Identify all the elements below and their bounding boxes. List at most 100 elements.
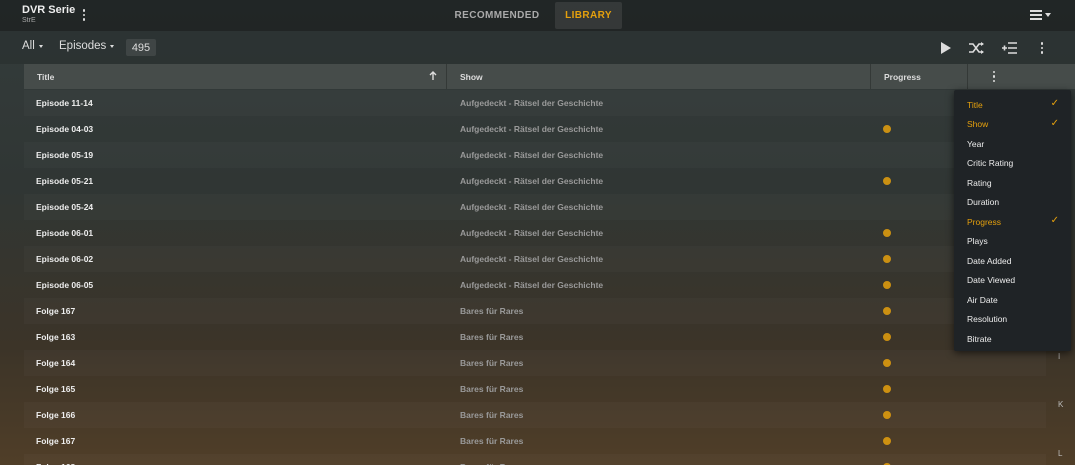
column-menu-item[interactable]: Year (954, 134, 1071, 154)
episode-title[interactable]: Episode 06-02 (36, 254, 93, 264)
column-menu-item[interactable]: Bitrate (954, 329, 1071, 349)
filter-dropdown[interactable]: All (22, 40, 43, 52)
episode-show[interactable]: Bares für Rares (460, 358, 523, 368)
library-more-icon[interactable] (77, 7, 91, 23)
progress-dot (883, 307, 891, 315)
column-menu-item[interactable]: Date Added (954, 251, 1071, 271)
type-dropdown[interactable]: Episodes (59, 40, 115, 52)
column-menu-item[interactable]: Duration (954, 193, 1071, 213)
episode-show[interactable]: Bares für Rares (460, 410, 523, 420)
column-menu-item[interactable]: Plays (954, 232, 1071, 252)
column-menu-item[interactable]: Critic Rating (954, 154, 1071, 174)
progress-dot (883, 229, 891, 237)
episode-title[interactable]: Folge 164 (36, 358, 75, 368)
table-row[interactable]: Episode 05-24 Aufgedeckt - Rätsel der Ges… (24, 194, 1046, 220)
column-header-title[interactable]: Title (24, 64, 447, 89)
episode-show[interactable]: Aufgedeckt - Rätsel der Geschichte (460, 202, 603, 212)
episode-title[interactable]: Episode 06-01 (36, 228, 93, 238)
alphabet-index-letter[interactable]: K (1058, 400, 1063, 409)
alphabet-index-letter[interactable]: I (1058, 352, 1060, 361)
tab-library[interactable]: LIBRARY (555, 2, 622, 29)
episode-title[interactable]: Folge 167 (36, 306, 75, 316)
toolbar: All Episodes 495 (0, 31, 1075, 64)
library-title: DVR Serie (22, 4, 76, 16)
checkmark-icon: ✓ (1050, 215, 1059, 226)
episode-list: Episode 11-14 Aufgedeckt - Rätsel der Ges… (24, 90, 1046, 465)
type-label: Episodes (59, 40, 107, 52)
column-options-button[interactable] (968, 64, 1020, 89)
table-row[interactable]: Folge 167 Bares für Rares (24, 428, 1046, 454)
table-row[interactable]: Folge 166 Bares für Rares (24, 402, 1046, 428)
episode-title[interactable]: Episode 11-14 (36, 98, 93, 108)
tab-recommended[interactable]: RECOMMENDED (448, 2, 546, 29)
table-row[interactable]: Episode 05-21 Aufgedeckt - Rätsel der Ges… (24, 168, 1046, 194)
progress-dot (883, 333, 891, 341)
column-menu-label: Date Added (967, 255, 1012, 266)
table-row[interactable]: Episode 06-01 Aufgedeckt - Rätsel der Ges… (24, 220, 1046, 246)
column-chooser-menu: Title ✓ Show ✓ Year Critic Rating Rating Durati… (954, 90, 1071, 351)
episode-show[interactable]: Bares für Rares (460, 384, 523, 394)
table-row[interactable]: Folge 163 Bares für Rares (24, 324, 1046, 350)
episode-title[interactable]: Episode 05-24 (36, 202, 93, 212)
column-menu-item[interactable]: Progress ✓ (954, 212, 1071, 232)
play-icon[interactable] (936, 39, 954, 57)
progress-dot (883, 125, 891, 133)
column-menu-label: Resolution (967, 314, 1008, 325)
table-row[interactable]: Episode 11-14 Aufgedeckt - Rätsel der Ges… (24, 90, 1046, 116)
episode-show[interactable]: Aufgedeckt - Rätsel der Geschichte (460, 176, 603, 186)
episode-title[interactable]: Folge 167 (36, 436, 75, 446)
view-menu-button[interactable] (1027, 8, 1053, 22)
episode-title[interactable]: Episode 04-03 (36, 124, 93, 134)
episode-show[interactable]: Aufgedeckt - Rätsel der Geschichte (460, 124, 603, 134)
table-row[interactable]: Episode 04-03 Aufgedeckt - Rätsel der Ges… (24, 116, 1046, 142)
sort-up-icon (429, 71, 437, 80)
progress-dot (883, 411, 891, 419)
episode-show[interactable]: Bares für Rares (460, 436, 523, 446)
column-menu-item[interactable]: Air Date (954, 290, 1071, 310)
toolbar-more-icon[interactable] (1035, 40, 1049, 56)
column-header-show[interactable]: Show (447, 64, 871, 89)
column-menu-item[interactable]: Show ✓ (954, 115, 1071, 135)
episode-show[interactable]: Aufgedeckt - Rätsel der Geschichte (460, 254, 603, 264)
episode-show[interactable]: Aufgedeckt - Rätsel der Geschichte (460, 150, 603, 160)
table-row[interactable]: Folge 164 Bares für Rares (24, 350, 1046, 376)
table-row[interactable]: Episode 06-02 Aufgedeckt - Rätsel der Ges… (24, 246, 1046, 272)
column-menu-label: Duration (967, 197, 1000, 208)
column-menu-label: Progress (967, 216, 1002, 227)
column-options-icon (987, 69, 1001, 85)
library-subtitle: StrE (22, 17, 36, 24)
top-bar: DVR Serie StrE RECOMMENDED LIBRARY (0, 0, 1075, 31)
table-row[interactable]: Folge 168Bares für Rares (24, 454, 1046, 465)
column-menu-item[interactable]: Resolution (954, 310, 1071, 330)
episode-title[interactable]: Episode 05-21 (36, 176, 93, 186)
column-header-show-label: Show (460, 71, 483, 82)
episode-title[interactable]: Folge 165 (36, 384, 75, 394)
column-menu-item[interactable]: Rating (954, 173, 1071, 193)
episode-show[interactable]: Bares für Rares (460, 332, 523, 342)
menu-icon (1030, 10, 1042, 20)
table-row[interactable]: Folge 165 Bares für Rares (24, 376, 1046, 402)
episode-show[interactable]: Aufgedeckt - Rätsel der Geschichte (460, 280, 603, 290)
table-row[interactable]: Folge 167 Bares für Rares (24, 298, 1046, 324)
filter-label: All (22, 40, 35, 52)
column-menu-label: Title (967, 99, 983, 110)
progress-dot (883, 385, 891, 393)
episode-show[interactable]: Bares für Rares (460, 306, 523, 316)
episode-show[interactable]: Aufgedeckt - Rätsel der Geschichte (460, 228, 603, 238)
column-menu-label: Bitrate (967, 333, 992, 344)
alphabet-index-letter[interactable]: L (1058, 449, 1062, 458)
table-row[interactable]: Episode 05-19 Aufgedeckt - Rätsel der Ges… (24, 142, 1046, 168)
column-menu-item[interactable]: Date Viewed (954, 271, 1071, 291)
episode-title[interactable]: Episode 06-05 (36, 280, 93, 290)
table-row[interactable]: Episode 06-05 Aufgedeckt - Rätsel der Ges… (24, 272, 1046, 298)
add-to-queue-icon[interactable] (1001, 39, 1019, 57)
column-menu-label: Air Date (967, 294, 998, 305)
episode-title[interactable]: Episode 05-19 (36, 150, 93, 160)
column-header-progress[interactable]: Progress (871, 64, 968, 89)
episode-title[interactable]: Folge 163 (36, 332, 75, 342)
column-menu-item[interactable]: Title ✓ (954, 95, 1071, 115)
episode-title[interactable]: Folge 166 (36, 410, 75, 420)
column-menu-label: Plays (967, 236, 988, 247)
shuffle-icon[interactable] (967, 39, 985, 57)
episode-show[interactable]: Aufgedeckt - Rätsel der Geschichte (460, 98, 603, 108)
